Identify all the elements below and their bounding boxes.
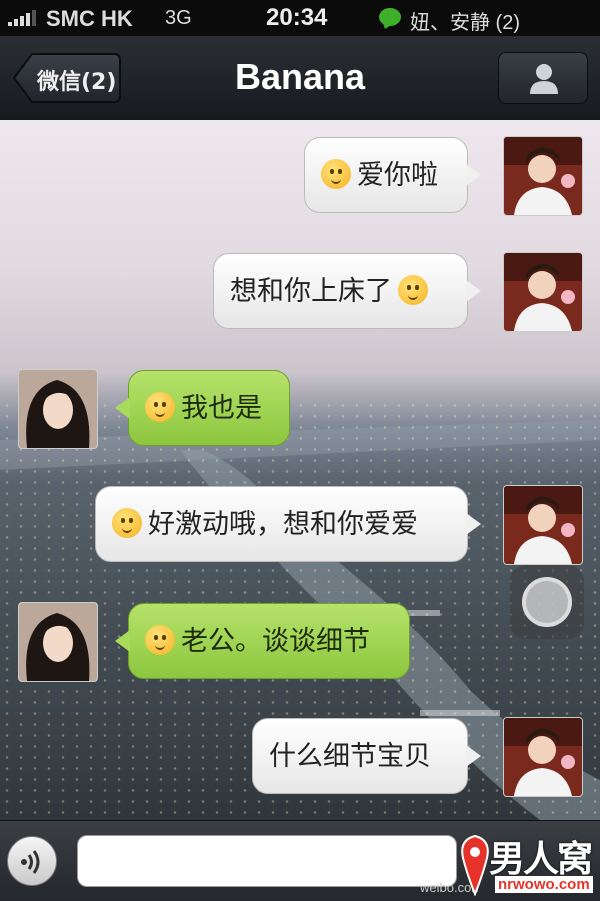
network-type: 3G [165, 7, 192, 29]
message-text: 老公。谈谈细节 [181, 626, 370, 657]
message-text: 什么细节宝贝 [269, 741, 431, 772]
nav-bar: 微信(2) Banana [0, 36, 600, 121]
boyfriend-avatar[interactable] [503, 485, 583, 565]
message-text: 我也是 [181, 393, 262, 424]
blush-eyes-emoji-icon [145, 625, 175, 655]
message-bubble-outgoing[interactable]: 好激动哦，想和你爱爱 [95, 486, 481, 562]
person-icon [530, 64, 558, 94]
girlfriend-avatar[interactable] [18, 602, 98, 682]
signal-strength-icon [8, 10, 36, 26]
message-bubble-outgoing[interactable]: 爱你啦 [304, 137, 481, 213]
status-bar: SMC HK 3G 20:34 妞、安静 (2) [0, 0, 600, 36]
message-bubble-outgoing[interactable]: 想和你上床了 [213, 253, 481, 329]
boyfriend-avatar[interactable] [503, 136, 583, 216]
message-text: 好激动哦，想和你爱爱 [148, 509, 418, 540]
message-bubble-outgoing[interactable]: 什么细节宝贝 [252, 718, 481, 794]
kiss-emoji-icon [321, 159, 351, 189]
profile-button[interactable] [498, 52, 588, 104]
message-text: 想和你上床了 [230, 276, 392, 307]
voice-wave-icon [21, 850, 40, 874]
chat-area[interactable]: 爱你啦 想和你上床了 我也是 好激动哦，想和你爱爱 老公。谈谈细节 什么细节宝贝 [0, 120, 600, 820]
site-watermark-logo: 男人窝 nrwowo.com [455, 828, 600, 900]
notification-text[interactable]: 妞、安静 (2) [410, 6, 520, 35]
boyfriend-avatar[interactable] [503, 717, 583, 797]
assistive-touch-button[interactable] [510, 565, 584, 639]
blush-emoji-icon [398, 275, 428, 305]
excited-emoji-icon [112, 508, 142, 538]
message-bubble-incoming[interactable]: 我也是 [115, 370, 290, 446]
status-time: 20:34 [266, 4, 328, 31]
watermark-url: nrwowo.com [495, 876, 593, 893]
girlfriend-avatar[interactable] [18, 369, 98, 449]
watermark-logo-text: 男人窝 [489, 839, 593, 880]
carrier-name: SMC HK [46, 6, 133, 31]
message-text: 爱你啦 [357, 160, 438, 191]
message-bubble-incoming[interactable]: 老公。谈谈细节 [115, 603, 410, 679]
tongue-emoji-icon [145, 392, 175, 422]
voice-input-button[interactable] [7, 836, 57, 886]
boyfriend-avatar[interactable] [503, 252, 583, 332]
message-input[interactable] [77, 835, 457, 887]
wechat-message-icon [379, 8, 401, 26]
